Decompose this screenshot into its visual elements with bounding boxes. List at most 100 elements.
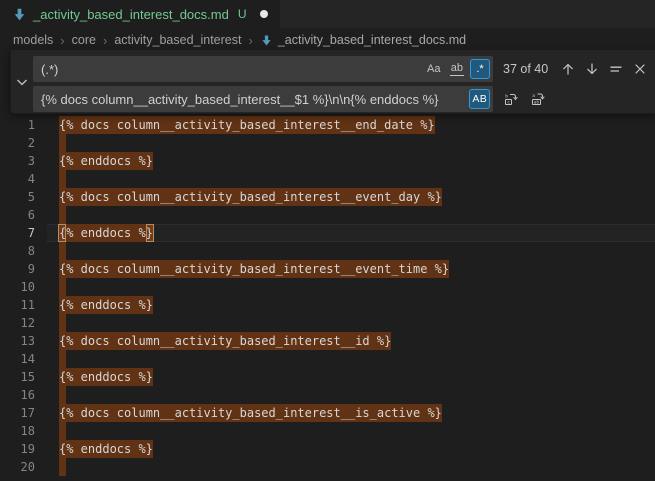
bracket-match-highlight xyxy=(146,224,154,242)
line-number: 12 xyxy=(0,314,35,332)
line-number: 13 xyxy=(0,332,35,350)
preserve-case-button[interactable]: AB xyxy=(469,89,490,109)
line-number: 15 xyxy=(0,368,35,386)
code-text: {% docs column__activity_based_interest_… xyxy=(59,332,391,350)
code-line[interactable]: 15 {% enddocs %} xyxy=(0,368,655,386)
find-replace-widget: (.*) Aa ab .* 37 of 40 xyxy=(10,50,655,114)
replace-query-text: {% docs column__activity_based_interest_… xyxy=(41,92,469,107)
code-line[interactable]: 4 xyxy=(0,170,655,188)
line-number: 11 xyxy=(0,296,35,314)
code-line[interactable]: 8 xyxy=(0,242,655,260)
empty-line-match-highlight xyxy=(59,278,66,296)
empty-line-match-highlight xyxy=(59,350,66,368)
code-text: {% enddocs %} xyxy=(59,368,153,386)
code-line[interactable]: 10 xyxy=(0,278,655,296)
find-match-highlight: {% enddocs %} xyxy=(59,224,153,242)
line-number: 10 xyxy=(0,278,35,296)
code-line[interactable]: 5 {% docs column__activity_based_interest… xyxy=(0,188,655,206)
find-match-highlight: {% docs column__activity_based_interest_… xyxy=(59,116,435,134)
previous-match-button[interactable] xyxy=(557,59,578,80)
breadcrumb-item-file[interactable]: _activity_based_interest_docs.md xyxy=(260,33,466,47)
code-line[interactable]: 11 {% enddocs %} xyxy=(0,296,655,314)
replace-all-icon: ab a xyxy=(530,91,546,107)
svg-text:c: c xyxy=(507,101,510,106)
markdown-file-icon xyxy=(12,7,27,22)
find-match-highlight: {% enddocs %} xyxy=(59,296,153,314)
code-line[interactable]: 17{% docs column__activity_based_interes… xyxy=(0,404,655,422)
code-text xyxy=(59,278,66,296)
vscode-window: { "tab": { "title": "_activity_based_int… xyxy=(0,0,655,470)
code-line[interactable]: 1 {% docs column__activity_based_interest… xyxy=(0,116,655,134)
breadcrumb-separator: › xyxy=(248,33,252,48)
code-line[interactable]: 13 {% docs column__activity_based_interes… xyxy=(0,332,655,350)
tab-title: _activity_based_interest_docs.md xyxy=(33,7,229,22)
next-match-button[interactable] xyxy=(581,59,602,80)
empty-line-match-highlight xyxy=(59,134,66,152)
code-line[interactable]: 18 xyxy=(0,422,655,440)
tab-active-file[interactable]: _activity_based_interest_docs.md U xyxy=(0,0,280,28)
code-text xyxy=(59,170,66,188)
code-line[interactable]: 16 xyxy=(0,386,655,404)
line-number: 4 xyxy=(0,170,35,188)
line-number: 3 xyxy=(0,152,35,170)
line-number: 5 xyxy=(0,188,35,206)
match-count: 37 of 40 xyxy=(503,62,555,76)
find-query-text: (.*) xyxy=(41,62,424,77)
regex-button[interactable]: .* xyxy=(470,59,490,79)
line-number: 14 xyxy=(0,350,35,368)
close-icon xyxy=(632,61,648,77)
code-line[interactable]: 7 {% enddocs %} xyxy=(0,224,655,242)
toggle-replace-button[interactable] xyxy=(11,50,33,113)
find-row: (.*) Aa ab .* 37 of 40 xyxy=(33,56,650,82)
find-match-highlight: {% enddocs %} xyxy=(59,368,153,386)
markdown-file-icon xyxy=(260,34,273,47)
close-button[interactable] xyxy=(629,59,650,80)
line-number: 7 xyxy=(0,224,35,242)
breadcrumb-item-models[interactable]: models xyxy=(13,33,53,47)
breadcrumb-item-core[interactable]: core xyxy=(72,33,96,47)
whole-word-button[interactable]: ab xyxy=(447,59,467,79)
code-text: {% enddocs %} xyxy=(59,224,153,242)
find-match-highlight: {% docs column__activity_based_interest_… xyxy=(59,188,442,206)
code-line[interactable]: 12 xyxy=(0,314,655,332)
replace-all-button[interactable]: ab a xyxy=(527,89,548,110)
empty-line-match-highlight xyxy=(59,170,66,188)
find-match-highlight: {% enddocs %} xyxy=(59,152,153,170)
code-line[interactable]: 3 {% enddocs %} xyxy=(0,152,655,170)
match-case-button[interactable]: Aa xyxy=(424,59,444,79)
replace-button[interactable]: c b xyxy=(500,89,521,110)
code-text: {% docs column__activity_based_interest_… xyxy=(59,404,442,422)
code-line[interactable]: 20 xyxy=(0,458,655,476)
code-text: {% docs column__activity_based_interest_… xyxy=(59,188,442,206)
chevron-down-icon xyxy=(14,74,30,90)
find-match-highlight: {% docs column__activity_based_interest_… xyxy=(59,260,449,278)
svg-text:ab: ab xyxy=(533,100,539,106)
replace-input[interactable]: {% docs column__activity_based_interest_… xyxy=(33,86,493,112)
code-text xyxy=(59,134,66,152)
breadcrumb-separator: › xyxy=(60,33,64,48)
editor-lines: 1 {% docs column__activity_based_interest… xyxy=(0,116,655,476)
replace-icon: c b xyxy=(503,91,519,107)
empty-line-match-highlight xyxy=(59,458,66,476)
line-number: 9 xyxy=(0,260,35,278)
breadcrumb-item-activity-based-interest[interactable]: activity_based_interest xyxy=(114,33,241,47)
code-line[interactable]: 6 xyxy=(0,206,655,224)
line-number: 2 xyxy=(0,134,35,152)
code-line[interactable]: 9 {% docs column__activity_based_interest… xyxy=(0,260,655,278)
code-line[interactable]: 2 xyxy=(0,134,655,152)
code-text: {% docs column__activity_based_interest_… xyxy=(59,116,435,134)
find-in-selection-button[interactable] xyxy=(605,59,626,80)
line-number: 20 xyxy=(0,458,35,476)
find-match-highlight: {% docs column__activity_based_interest_… xyxy=(59,404,442,422)
line-number: 16 xyxy=(0,386,35,404)
line-number: 1 xyxy=(0,116,35,134)
code-line[interactable]: 14 xyxy=(0,350,655,368)
breadcrumb: models › core › activity_based_interest … xyxy=(0,28,655,52)
unsaved-changes-dot[interactable] xyxy=(260,10,268,18)
code-text: {% enddocs %} xyxy=(59,152,153,170)
line-number: 8 xyxy=(0,242,35,260)
code-text xyxy=(59,206,66,224)
empty-line-match-highlight xyxy=(59,386,66,404)
code-line[interactable]: 19{% enddocs %} xyxy=(0,440,655,458)
find-input[interactable]: (.*) Aa ab .* xyxy=(33,56,493,82)
